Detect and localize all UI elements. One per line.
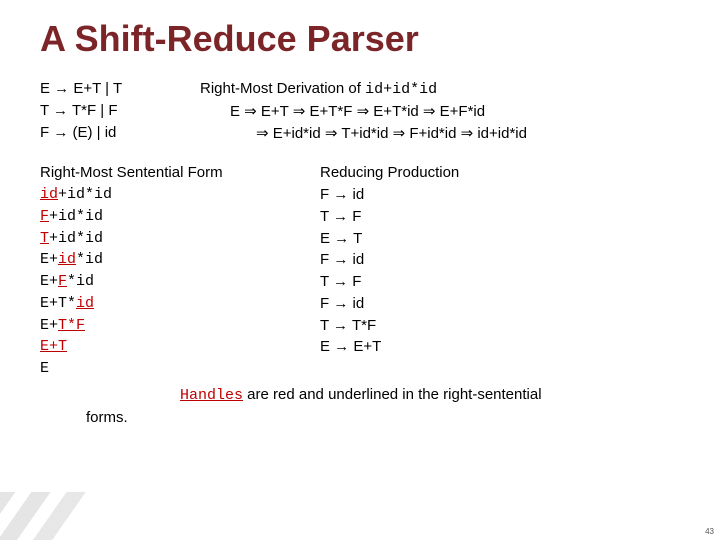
production-line: T → T*F — [320, 315, 688, 337]
sent-post: +id*id — [49, 208, 103, 225]
handle: T*F — [58, 317, 85, 334]
footnote: Handles are red and underlined in the ri… — [40, 384, 688, 429]
production-line: F → id — [320, 184, 688, 206]
derivation-label: Right-Most Derivation of — [200, 80, 365, 97]
production-line: E → T — [320, 228, 688, 250]
handle: F — [58, 273, 67, 290]
column-header-right: Reducing Production — [320, 162, 688, 184]
production-line: T → F — [320, 271, 688, 293]
grammar-line: F → (E) | id — [40, 122, 200, 144]
corner-decoration — [0, 492, 121, 540]
sent-post: +id*id — [49, 230, 103, 247]
derivation-block: Right-Most Derivation of id+id*id E ⇒ E+… — [200, 78, 688, 144]
handle: id — [40, 186, 58, 203]
production-line: F → id — [320, 249, 688, 271]
derivation-line: ⇒ E+id*id ⇒ T+id*id ⇒ F+id*id ⇒ id+id*id — [200, 123, 688, 145]
production-column: Reducing Production F → id T → F E → T F… — [320, 162, 688, 380]
slide-title: A Shift-Reduce Parser — [40, 18, 688, 60]
footnote-forms: forms. — [40, 407, 688, 429]
production-line: F → id — [320, 293, 688, 315]
handles-word: Handles — [180, 387, 243, 404]
production-line: T → F — [320, 206, 688, 228]
footnote-text: are red and underlined in the right-sent… — [243, 386, 542, 403]
sent-pre: E+ — [40, 273, 58, 290]
grammar-line: E → E+T | T — [40, 78, 200, 100]
handle: id — [76, 295, 94, 312]
column-header-left: Right-Most Sentential Form — [40, 162, 320, 184]
handle: id — [58, 251, 76, 268]
sent-pre: E+ — [40, 317, 58, 334]
sent-pre: E+T* — [40, 295, 76, 312]
sent-pre: E+ — [40, 251, 58, 268]
sent-pre: E — [40, 360, 49, 377]
handle: E+T — [40, 338, 67, 355]
grammar-block: E → E+T | T T → T*F | F F → (E) | id — [40, 78, 200, 144]
handle: T — [40, 230, 49, 247]
sentential-column: Right-Most Sentential Form id+id*id F+id… — [40, 162, 320, 380]
sent-post: *id — [67, 273, 94, 290]
production-line: E → E+T — [320, 336, 688, 358]
derivation-target: id+id*id — [365, 81, 437, 98]
sent-post: *id — [76, 251, 103, 268]
sent-post: +id*id — [58, 186, 112, 203]
handle: F — [40, 208, 49, 225]
page-number: 43 — [705, 527, 714, 536]
grammar-line: T → T*F | F — [40, 100, 200, 122]
derivation-line: E ⇒ E+T ⇒ E+T*F ⇒ E+T*id ⇒ E+F*id — [200, 101, 688, 123]
